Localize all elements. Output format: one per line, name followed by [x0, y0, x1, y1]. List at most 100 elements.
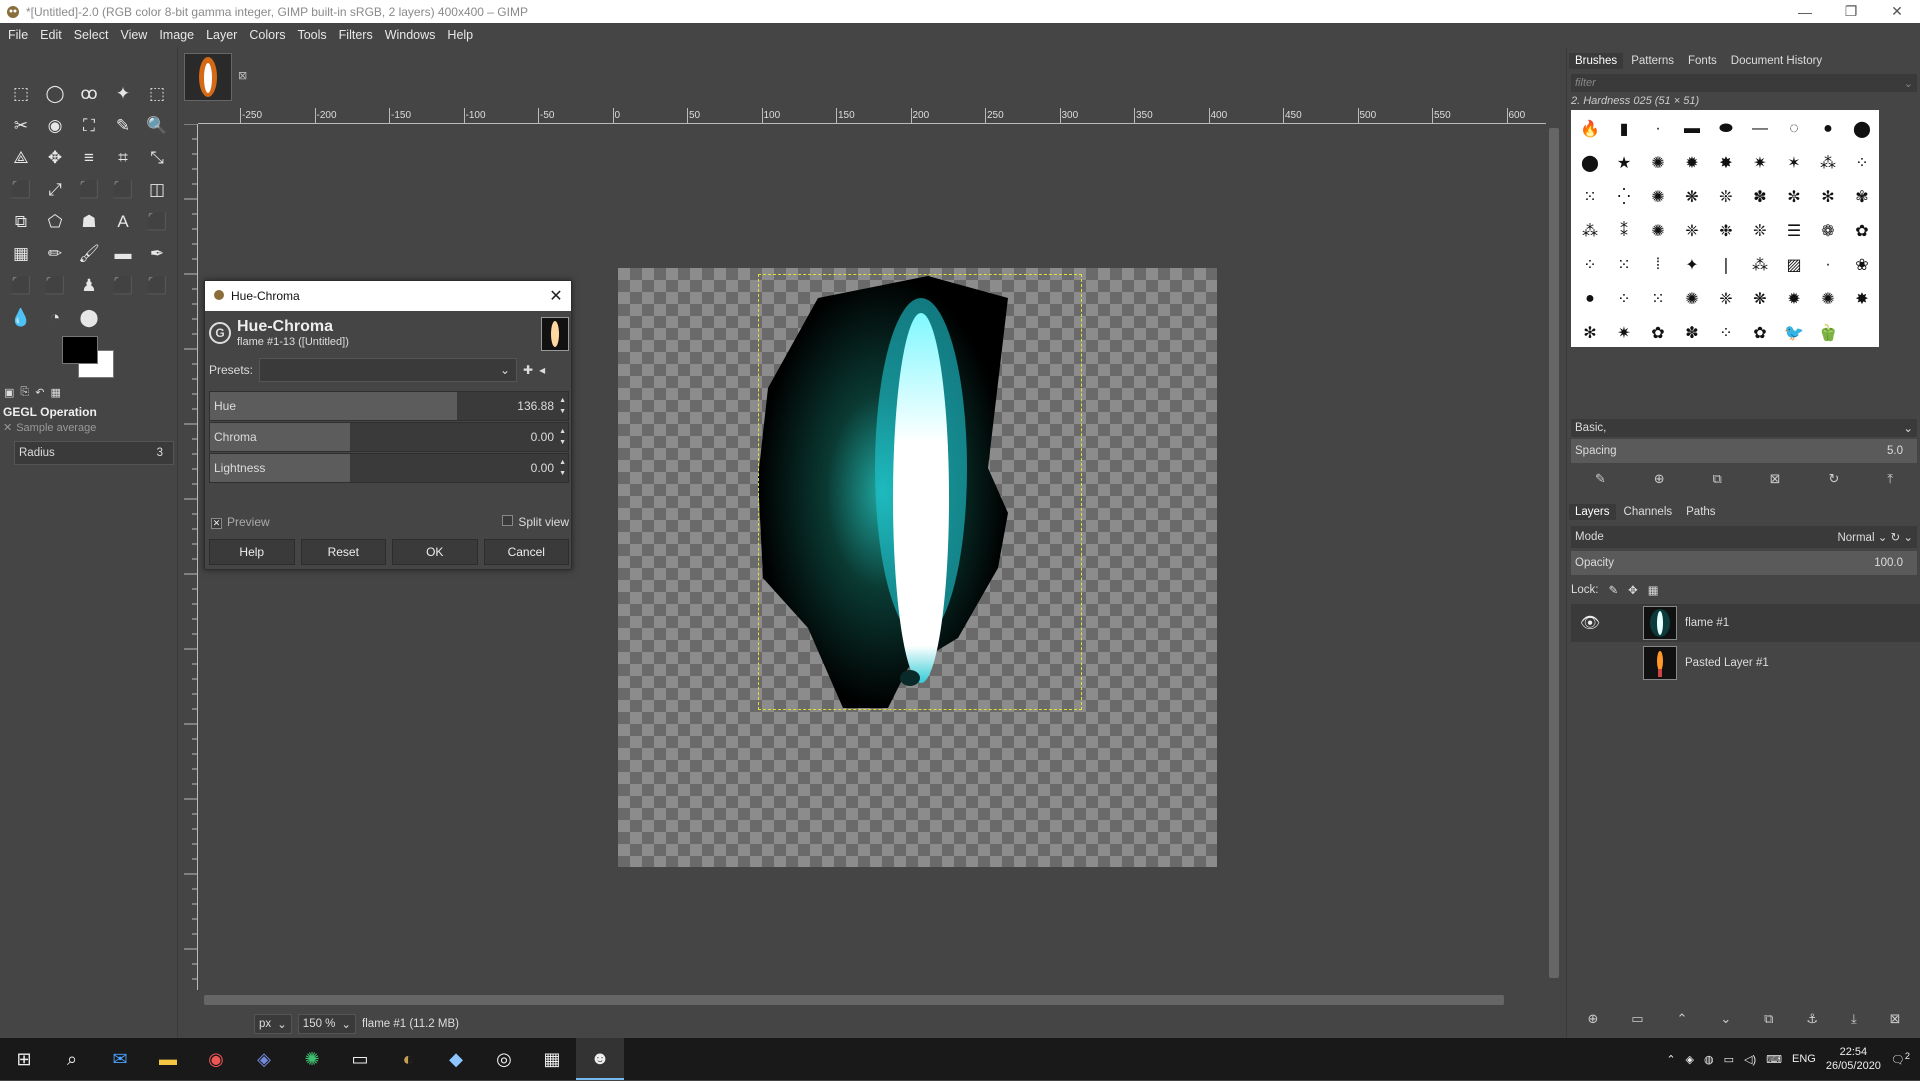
brush-swatch[interactable]: ⁙ — [1573, 180, 1607, 214]
spin-arrows-icon[interactable]: ▲ ▼ — [559, 457, 566, 479]
brush-swatch[interactable]: ❋ — [1675, 180, 1709, 214]
menu-select[interactable]: Select — [68, 28, 115, 42]
brush-swatch[interactable]: 🐦 — [1777, 316, 1811, 350]
brush-swatch[interactable]: ❁ — [1811, 214, 1845, 248]
brush-swatch[interactable]: ▮ — [1607, 112, 1641, 146]
menu-view[interactable]: View — [114, 28, 153, 42]
duplicate-layer-icon[interactable]: ⧉ — [1764, 1011, 1773, 1033]
tab-layers[interactable]: Layers — [1569, 504, 1616, 520]
tool-button[interactable]: ⬛ — [140, 269, 174, 301]
tool-button[interactable]: ⟁ — [4, 141, 38, 173]
brush-filter-input[interactable]: filter ⌄ — [1571, 74, 1917, 92]
tool-button[interactable]: ⤡ — [140, 141, 174, 173]
brush-swatch[interactable]: ⁂ — [1811, 146, 1845, 180]
notifications-icon[interactable]: 🗨2 — [1891, 1051, 1910, 1067]
keyboard-icon[interactable]: ⌨ — [1766, 1053, 1782, 1066]
gimp-taskbar-icon[interactable]: ☻ — [576, 1038, 624, 1080]
tab-patterns[interactable]: Patterns — [1625, 53, 1680, 69]
brush-swatch[interactable]: ▬ — [1675, 112, 1709, 146]
tool-button[interactable]: ✒ — [140, 237, 174, 269]
dialog-title-bar[interactable]: Hue-Chroma ✕ — [205, 281, 571, 311]
brush-swatch[interactable]: ✽ — [1743, 180, 1777, 214]
file-explorer-icon[interactable]: ▬ — [144, 1038, 192, 1080]
brush-swatch[interactable]: ✹ — [1675, 146, 1709, 180]
network-icon[interactable]: ◍ — [1704, 1053, 1714, 1066]
spin-arrows-icon[interactable]: ▲ ▼ — [559, 395, 566, 417]
brush-swatch[interactable]: ⬤ — [1845, 112, 1879, 146]
color-swatches[interactable] — [62, 336, 122, 386]
brush-swatch[interactable]: ❈ — [1675, 214, 1709, 248]
search-icon[interactable]: ⌕ — [48, 1038, 96, 1080]
tool-button[interactable]: ♟ — [72, 269, 106, 301]
undo-history-tab-icon[interactable]: ↶ — [35, 386, 44, 399]
brush-swatch[interactable]: ❉ — [1709, 214, 1743, 248]
new-layer-icon[interactable]: ⊕ — [1587, 1011, 1598, 1033]
tool-button[interactable]: 🔍 — [140, 109, 174, 141]
tool-button[interactable]: ✦ — [106, 77, 140, 109]
tool-button[interactable]: ≡ — [72, 141, 106, 173]
tab-document-history[interactable]: Document History — [1725, 53, 1828, 69]
terminal-icon[interactable]: ▭ — [336, 1038, 384, 1080]
brush-swatch[interactable]: ❊ — [1743, 214, 1777, 248]
brush-swatch[interactable]: ✺ — [1641, 180, 1675, 214]
image-canvas[interactable] — [618, 268, 1217, 867]
app-green-icon[interactable]: ✺ — [288, 1038, 336, 1080]
brush-swatch[interactable]: ✾ — [1845, 180, 1879, 214]
tab-brushes[interactable]: Brushes — [1569, 53, 1624, 69]
tool-button[interactable]: ⬛ — [140, 205, 174, 237]
horizontal-scrollbar[interactable] — [198, 992, 1546, 1008]
brush-swatch[interactable]: ⬬ — [1709, 112, 1743, 146]
brush-swatch[interactable]: ✦ — [1675, 248, 1709, 282]
menu-colors[interactable]: Colors — [243, 28, 291, 42]
brush-swatch[interactable]: · — [1811, 248, 1845, 282]
chevron-up-icon[interactable]: ⌃ — [1666, 1053, 1675, 1066]
discord-tray-icon[interactable]: ◈ — [1686, 1053, 1694, 1066]
tool-button[interactable]: ⬛ — [72, 173, 106, 205]
foreground-color[interactable] — [62, 336, 98, 364]
scroll-thumb[interactable] — [1549, 128, 1559, 978]
menu-windows[interactable]: Windows — [379, 28, 442, 42]
app-blue-icon[interactable]: ◆ — [432, 1038, 480, 1080]
brush-swatch[interactable]: ✹ — [1777, 282, 1811, 316]
brush-swatch[interactable]: ⁙ — [1607, 248, 1641, 282]
layer-row[interactable]: Pasted Layer #1 — [1571, 644, 1920, 682]
tool-button[interactable]: ꝏ — [72, 77, 106, 109]
brush-swatch[interactable]: ✷ — [1743, 146, 1777, 180]
brush-swatch[interactable]: ✶ — [1777, 146, 1811, 180]
reset-button[interactable]: Reset — [300, 539, 386, 565]
spacing-slider[interactable]: Spacing 5.0 — [1571, 439, 1917, 463]
brush-swatch[interactable]: ⁂ — [1743, 248, 1777, 282]
presets-combo[interactable]: ⌄ — [259, 358, 518, 382]
brush-swatch[interactable]: ⁘ — [1845, 146, 1879, 180]
visibility-eye-icon[interactable]: 👁 — [1571, 613, 1609, 633]
volume-icon[interactable]: ◁) — [1744, 1053, 1756, 1066]
brush-swatch[interactable]: ⁘ — [1709, 316, 1743, 350]
tool-button[interactable]: ✏ — [38, 237, 72, 269]
tab-paths[interactable]: Paths — [1680, 504, 1721, 520]
brush-swatch[interactable]: ⁑ — [1607, 214, 1641, 248]
tool-button[interactable]: ✂ — [4, 109, 38, 141]
brush-swatch[interactable]: ❋ — [1743, 282, 1777, 316]
tool-button[interactable]: ◯ — [38, 77, 72, 109]
edit-brush-icon[interactable]: ✎ — [1595, 471, 1606, 491]
layer-opacity-slider[interactable]: Opacity 100.0 — [1571, 551, 1917, 575]
tool-button[interactable]: ☗ — [72, 205, 106, 237]
tool-button[interactable]: ◫ — [140, 173, 174, 205]
add-preset-icon[interactable]: ✚ — [523, 363, 533, 377]
brush-swatch[interactable]: ▨ — [1777, 248, 1811, 282]
brush-swatch[interactable]: ⁙ — [1641, 282, 1675, 316]
tool-button[interactable]: ⬠ — [38, 205, 72, 237]
lock-pixels-icon[interactable]: ✎ — [1609, 583, 1619, 597]
refresh-brushes-icon[interactable]: ↻ — [1828, 471, 1839, 491]
clock[interactable]: 22:54 26/05/2020 — [1826, 1045, 1881, 1073]
tool-button[interactable]: A — [106, 205, 140, 237]
tool-button[interactable]: ⬛ — [38, 269, 72, 301]
delete-brush-icon[interactable]: ⊠ — [1770, 471, 1781, 491]
split-view-checkbox[interactable]: Split view — [502, 515, 569, 529]
vertical-ruler[interactable] — [182, 124, 198, 990]
layer-mode-selector[interactable]: Mode Normal ⌄ ↻ ⌄ — [1571, 526, 1917, 548]
tool-button[interactable]: ⧉ — [4, 205, 38, 237]
brush-swatch[interactable]: ✿ — [1845, 214, 1879, 248]
new-layer-group-icon[interactable]: ▭ — [1631, 1011, 1643, 1033]
tool-button[interactable]: ⬚ — [140, 77, 174, 109]
